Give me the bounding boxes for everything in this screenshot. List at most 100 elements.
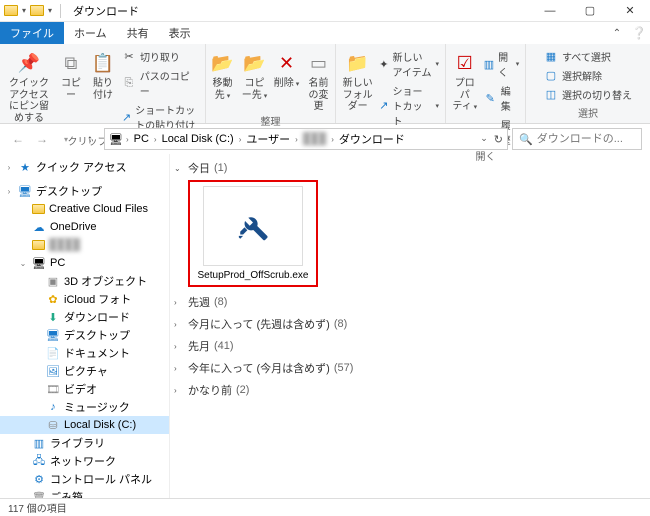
group-thisyear-header[interactable]: ›今年に入って (今月は含めず) (57)	[174, 357, 640, 379]
ribbon-collapse-icon[interactable]: ⌃	[606, 22, 628, 44]
nav-libraries[interactable]: ▥ライブラリ	[0, 434, 169, 452]
pin-quick-access-button[interactable]: 📌 クイック アクセス にピン留めする	[6, 46, 52, 124]
chevron-down-icon[interactable]: ⌄	[174, 164, 184, 173]
cut-button[interactable]: ✂切り取り	[122, 48, 199, 65]
pc-icon: 🖥	[109, 133, 123, 146]
select-all-button[interactable]: ▦すべて選択	[544, 48, 632, 65]
nav-creative-cloud[interactable]: Creative Cloud Files	[0, 200, 169, 218]
nav-network[interactable]: 🖧ネットワーク	[0, 452, 169, 470]
nav-control[interactable]: ⚙コントロール パネル	[0, 470, 169, 488]
nav-videos[interactable]: 🎞ビデオ	[0, 380, 169, 398]
new-shortcut-button[interactable]: ↗ショートカット ▾	[379, 82, 439, 129]
minimize-button[interactable]: ―	[530, 0, 570, 22]
help-icon[interactable]: ❔	[628, 22, 650, 44]
nav-desktop[interactable]: ›🖥デスクトップ	[0, 182, 169, 200]
delete-icon: ✕	[274, 50, 300, 76]
breadcrumb-drive[interactable]: Local Disk (C:)	[160, 133, 236, 145]
addr-dropdown[interactable]: ⌄	[480, 133, 488, 146]
search-icon: 🔍	[519, 133, 533, 146]
copy-button[interactable]: ⧉ コピー	[58, 46, 84, 101]
folder-icon	[30, 5, 44, 16]
copy-path-button[interactable]: ⎘パスのコピー	[122, 67, 199, 99]
star-icon: ★	[18, 160, 32, 174]
back-button[interactable]: ←	[8, 129, 28, 149]
photo-icon: ✿	[46, 292, 60, 306]
edit-button[interactable]: ✎編集	[484, 82, 520, 114]
group-lastmonth-header[interactable]: ›先月 (41)	[174, 335, 640, 357]
group-today-header[interactable]: ⌄ 今日 (1)	[174, 158, 640, 178]
nav-onedrive[interactable]: ☁OneDrive	[0, 218, 169, 236]
qat-dropdown[interactable]: ▾	[20, 6, 28, 15]
up-button[interactable]: ↑	[80, 129, 100, 149]
group-thismonth-header[interactable]: ›今月に入って (先週は含めず) (8)	[174, 313, 640, 335]
close-button[interactable]: ✕	[610, 0, 650, 22]
network-icon: 🖧	[32, 454, 46, 468]
nav-documents[interactable]: 📄ドキュメント	[0, 344, 169, 362]
new-folder-button[interactable]: 📁新しい フォルダー	[342, 46, 373, 113]
chevron-right-icon[interactable]: ›	[330, 135, 335, 144]
gear-icon: ⚙	[32, 472, 46, 486]
tab-home[interactable]: ホーム	[64, 22, 117, 44]
pc-icon: 🖥	[32, 256, 46, 270]
file-item[interactable]: SetupProd_OffScrub.exe	[188, 180, 318, 287]
search-input[interactable]	[537, 133, 635, 145]
address-bar[interactable]: 🖥 › PC › Local Disk (C:) › ユーザー › ███ › …	[104, 128, 508, 150]
chevron-right-icon[interactable]: ›	[125, 135, 130, 144]
chevron-right-icon[interactable]: ›	[294, 135, 299, 144]
breadcrumb-pc[interactable]: PC	[132, 133, 151, 145]
group-select: 選択	[578, 105, 598, 121]
chevron-right-icon[interactable]: ›	[174, 320, 184, 329]
tab-file[interactable]: ファイル	[0, 22, 64, 44]
tab-share[interactable]: 共有	[117, 22, 159, 44]
nav-tree[interactable]: ›★クイック アクセス ›🖥デスクトップ Creative Cloud File…	[0, 154, 170, 498]
refresh-icon[interactable]: ↻	[494, 133, 503, 146]
chevron-right-icon[interactable]: ›	[238, 135, 243, 144]
nav-pc[interactable]: ⌄🖥PC	[0, 254, 169, 272]
recent-dropdown[interactable]: ▾	[56, 129, 76, 149]
chevron-right-icon[interactable]: ›	[174, 342, 184, 351]
delete-button[interactable]: ✕削除 ▾	[274, 46, 300, 90]
nav-3d[interactable]: ▣3D オブジェクト	[0, 272, 169, 290]
select-none-button[interactable]: ▢選択解除	[544, 67, 632, 84]
open-icon: ▥	[484, 57, 494, 71]
status-bar: 117 個の項目	[0, 498, 650, 516]
group-longago-header[interactable]: ›かなり前 (2)	[174, 379, 640, 401]
copy-to-button[interactable]: 📂コピー先 ▾	[242, 46, 268, 101]
move-to-button[interactable]: 📂移動先 ▾	[210, 46, 236, 101]
breadcrumb-downloads[interactable]: ダウンロード	[337, 131, 407, 147]
invert-selection-button[interactable]: ◫選択の切り替え	[544, 86, 632, 103]
nav-downloads[interactable]: ⬇ダウンロード	[0, 308, 169, 326]
breadcrumb-user[interactable]: ███	[301, 133, 328, 145]
drive-icon: ⛁	[46, 418, 60, 432]
properties-button[interactable]: ☑プロパ ティ ▾	[452, 46, 478, 113]
rename-button[interactable]: ▭名前 の変更	[306, 46, 332, 113]
forward-button[interactable]: →	[32, 129, 52, 149]
group-lastweek-header[interactable]: ›先週 (8)	[174, 291, 640, 313]
chevron-right-icon[interactable]: ›	[174, 298, 184, 307]
chevron-right-icon[interactable]: ›	[174, 364, 184, 373]
path-icon: ⎘	[122, 76, 136, 90]
video-icon: 🎞	[46, 382, 60, 396]
nav-music[interactable]: ♪ミュージック	[0, 398, 169, 416]
nav-recycle[interactable]: 🗑ごみ箱	[0, 488, 169, 498]
picture-icon: 🖼	[46, 364, 60, 378]
search-box[interactable]: 🔍	[512, 128, 642, 150]
nav-local-disk[interactable]: ⛁Local Disk (C:)	[0, 416, 169, 434]
document-icon: 📄	[46, 346, 60, 360]
qat-dropdown-2[interactable]: ▾	[46, 6, 54, 15]
chevron-right-icon[interactable]: ›	[174, 386, 184, 395]
nav-blur1[interactable]: ████	[0, 236, 169, 254]
file-thumbnail	[203, 186, 303, 266]
maximize-button[interactable]: ▢	[570, 0, 610, 22]
nav-pictures[interactable]: 🖼ピクチャ	[0, 362, 169, 380]
new-item-button[interactable]: ✦新しいアイテム ▾	[379, 48, 439, 80]
paste-button[interactable]: 📋 貼り付け	[90, 46, 116, 101]
chevron-right-icon[interactable]: ›	[153, 135, 158, 144]
nav-icloud[interactable]: ✿iCloud フォト	[0, 290, 169, 308]
tab-view[interactable]: 表示	[159, 22, 201, 44]
nav-quick-access[interactable]: ›★クイック アクセス	[0, 158, 169, 176]
open-menu-button[interactable]: ▥開く ▾	[484, 48, 520, 80]
file-list[interactable]: ⌄ 今日 (1) SetupProd_OffScrub.exe ›先週 (8) …	[170, 154, 650, 498]
nav-desktop2[interactable]: 🖥デスクトップ	[0, 326, 169, 344]
breadcrumb-users[interactable]: ユーザー	[244, 131, 292, 147]
